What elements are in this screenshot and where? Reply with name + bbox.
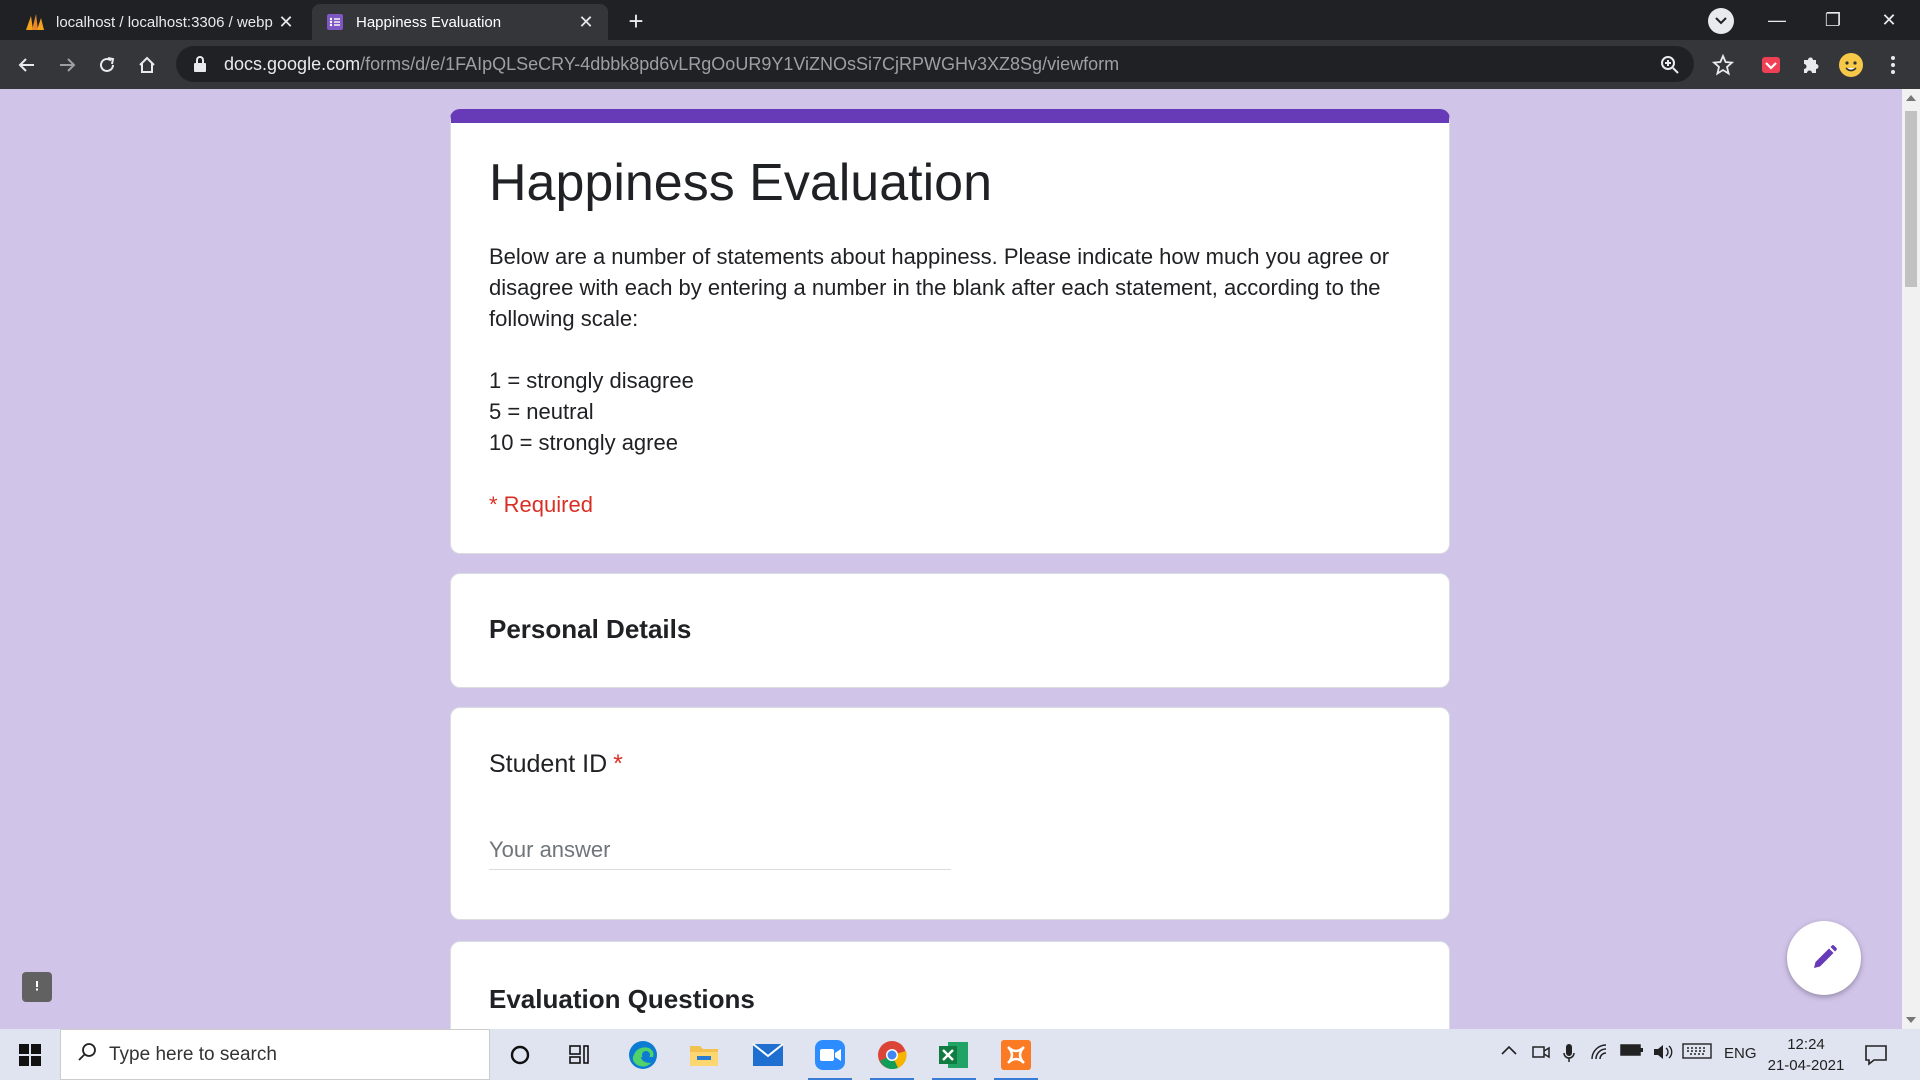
- question-label: Student ID *: [489, 750, 623, 779]
- windows-taskbar: Type here to search ENG 12:24 21-04-2021: [0, 1029, 1920, 1080]
- back-icon[interactable]: [12, 50, 42, 80]
- student-id-input[interactable]: [489, 830, 951, 870]
- windows-start-icon[interactable]: [8, 1037, 52, 1073]
- mail-icon[interactable]: [742, 1034, 794, 1076]
- scroll-down-arrow-icon[interactable]: [1906, 1017, 1916, 1023]
- language-indicator[interactable]: ENG: [1724, 1045, 1757, 1062]
- show-hidden-icons-chevron-icon[interactable]: [1500, 1043, 1518, 1061]
- cortana-icon[interactable]: [494, 1034, 546, 1076]
- section-title: Evaluation Questions: [489, 984, 755, 1014]
- menu-kebab-icon[interactable]: [1880, 52, 1906, 78]
- wifi-icon[interactable]: [1590, 1043, 1612, 1066]
- keyboard-icon[interactable]: [1682, 1043, 1712, 1064]
- report-feedback-icon[interactable]: [22, 972, 52, 1002]
- clock-date: 21-04-2021: [1767, 1057, 1845, 1074]
- microphone-icon[interactable]: [1562, 1043, 1576, 1068]
- browser-toolbar: docs.google.com/forms/d/e/1FAIpQLSeCRY-4…: [0, 40, 1920, 89]
- form-description: Below are a number of statements about h…: [489, 244, 1390, 331]
- required-asterisk: *: [613, 750, 623, 778]
- question-text: Student ID: [489, 750, 608, 778]
- close-tab-icon[interactable]: ✕: [576, 12, 596, 32]
- tab-happiness-evaluation[interactable]: Happiness Evaluation ✕: [312, 4, 608, 40]
- volume-icon[interactable]: [1652, 1043, 1674, 1066]
- excel-icon[interactable]: [928, 1034, 980, 1080]
- question-student-id: Student ID *: [450, 707, 1450, 920]
- file-explorer-icon[interactable]: [678, 1034, 730, 1076]
- search-icon: [77, 1042, 97, 1067]
- close-window-icon[interactable]: ✕: [1866, 0, 1912, 40]
- task-view-icon[interactable]: [554, 1034, 606, 1076]
- section-personal-details: Personal Details: [450, 573, 1450, 688]
- taskbar-search-box[interactable]: Type here to search: [60, 1029, 490, 1080]
- forms-icon: [324, 11, 346, 33]
- phpmyadmin-icon: [24, 11, 46, 33]
- tab-search-icon[interactable]: [1708, 8, 1734, 34]
- tab-phpmyadmin[interactable]: localhost / localhost:3306 / webp ✕: [12, 4, 308, 40]
- scroll-up-arrow-icon[interactable]: [1906, 95, 1916, 101]
- section-title: Personal Details: [489, 614, 692, 644]
- new-tab-button[interactable]: +: [622, 8, 650, 36]
- address-bar[interactable]: docs.google.com/forms/d/e/1FAIpQLSeCRY-4…: [176, 46, 1694, 82]
- home-icon[interactable]: [132, 50, 162, 80]
- edit-form-pencil-icon[interactable]: [1787, 921, 1861, 995]
- form-title: Happiness Evaluation: [489, 154, 992, 212]
- url-host: docs.google.com: [224, 53, 361, 74]
- clock-time: 12:24: [1787, 1036, 1825, 1053]
- form-header-card: Happiness Evaluation Below are a number …: [450, 109, 1450, 554]
- xampp-icon[interactable]: [990, 1034, 1042, 1080]
- profile-avatar[interactable]: [1838, 52, 1864, 78]
- restore-icon[interactable]: ❐: [1810, 0, 1856, 40]
- scale-item: 1 = strongly disagree: [489, 368, 694, 393]
- form-page: Happiness Evaluation Below are a number …: [0, 89, 1902, 1029]
- section-evaluation-questions: Evaluation Questions: [450, 941, 1450, 1029]
- edge-browser-icon[interactable]: [617, 1034, 669, 1076]
- scale-item: 5 = neutral: [489, 399, 594, 424]
- close-tab-icon[interactable]: ✕: [276, 12, 296, 32]
- battery-icon[interactable]: [1620, 1043, 1644, 1062]
- system-clock[interactable]: 12:24 21-04-2021: [1766, 1034, 1846, 1076]
- meet-now-icon[interactable]: [1532, 1043, 1550, 1066]
- browser-tab-strip: localhost / localhost:3306 / webp ✕ Happ…: [0, 0, 1920, 40]
- pocket-extension-icon[interactable]: [1758, 52, 1784, 78]
- extensions-puzzle-icon[interactable]: [1798, 52, 1824, 78]
- search-placeholder: Type here to search: [109, 1043, 277, 1065]
- lock-icon[interactable]: [192, 55, 210, 73]
- scrollbar-thumb[interactable]: [1905, 111, 1917, 287]
- tab-title: Happiness Evaluation: [356, 13, 502, 31]
- chrome-icon[interactable]: [866, 1034, 918, 1080]
- rating-scale: 1 = strongly disagree 5 = neutral 10 = s…: [489, 365, 694, 458]
- zoom-icon[interactable]: [1660, 55, 1680, 75]
- tab-title: localhost / localhost:3306 / webp: [56, 13, 273, 31]
- bookmark-star-icon[interactable]: [1710, 52, 1736, 78]
- scale-item: 10 = strongly agree: [489, 430, 678, 455]
- notifications-icon[interactable]: [1864, 1043, 1888, 1067]
- page-scrollbar[interactable]: [1902, 89, 1920, 1029]
- minimize-icon[interactable]: —: [1754, 0, 1800, 40]
- zoom-app-icon[interactable]: [804, 1034, 856, 1080]
- forward-icon[interactable]: [52, 50, 82, 80]
- required-note: * Required: [489, 492, 593, 517]
- url-path: /forms/d/e/1FAIpQLSeCRY-4dbbk8pd6vLRgOoU…: [360, 53, 1120, 74]
- reload-icon[interactable]: [92, 50, 122, 80]
